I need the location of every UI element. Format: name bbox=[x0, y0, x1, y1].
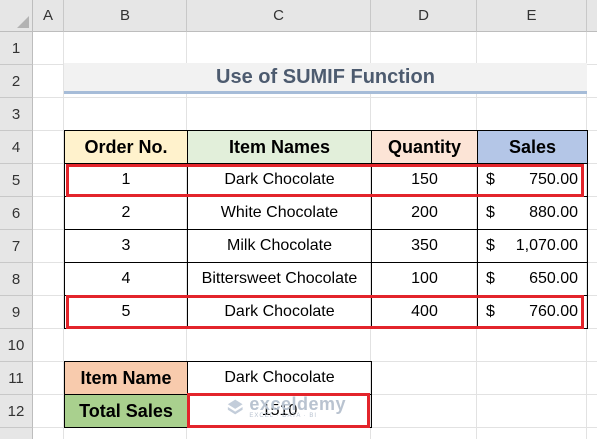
column-header-a[interactable]: A bbox=[33, 0, 64, 32]
header-order-no[interactable]: Order No. bbox=[64, 130, 188, 164]
cell-sales[interactable]: $650.00 bbox=[477, 262, 588, 296]
row-header-13[interactable] bbox=[0, 428, 33, 439]
column-header-d[interactable]: D bbox=[371, 0, 477, 32]
row-header-4[interactable]: 4 bbox=[0, 131, 33, 164]
column-header-b[interactable]: B bbox=[64, 0, 187, 32]
currency-symbol: $ bbox=[486, 204, 495, 221]
select-all-corner[interactable] bbox=[0, 0, 33, 32]
select-all-triangle bbox=[17, 16, 29, 28]
cell-order-no[interactable]: 2 bbox=[64, 196, 188, 230]
row-header-12[interactable]: 12 bbox=[0, 395, 33, 428]
cell-quantity[interactable]: 100 bbox=[371, 262, 478, 296]
row-header-2[interactable]: 2 bbox=[0, 65, 33, 98]
header-item-names[interactable]: Item Names bbox=[187, 130, 372, 164]
cell-order-no[interactable]: 4 bbox=[64, 262, 188, 296]
row-header-9[interactable]: 9 bbox=[0, 296, 33, 329]
row-header-1[interactable]: 1 bbox=[0, 32, 33, 65]
row-header-10[interactable]: 10 bbox=[0, 329, 33, 362]
header-sales[interactable]: Sales bbox=[477, 130, 588, 164]
column-header-f[interactable] bbox=[587, 0, 597, 32]
row-header-8[interactable]: 8 bbox=[0, 263, 33, 296]
row-header-6[interactable]: 6 bbox=[0, 197, 33, 230]
cell-item-name[interactable]: Milk Chocolate bbox=[187, 229, 372, 263]
cell-sales[interactable]: $880.00 bbox=[477, 196, 588, 230]
highlight-row-5 bbox=[66, 164, 584, 197]
row-header-7[interactable]: 7 bbox=[0, 230, 33, 263]
label-total-sales[interactable]: Total Sales bbox=[64, 394, 188, 428]
highlight-row-9 bbox=[66, 295, 584, 329]
row-header-3[interactable]: 3 bbox=[0, 98, 33, 131]
highlight-total-sales bbox=[187, 393, 370, 428]
criteria-item-name[interactable]: Dark Chocolate bbox=[187, 361, 372, 395]
cell-sales[interactable]: $1,070.00 bbox=[477, 229, 588, 263]
header-quantity[interactable]: Quantity bbox=[371, 130, 478, 164]
cell-item-name[interactable]: White Chocolate bbox=[187, 196, 372, 230]
label-item-name[interactable]: Item Name bbox=[64, 361, 188, 395]
gridline bbox=[33, 97, 597, 98]
sheet-title[interactable]: Use of SUMIF Function bbox=[64, 63, 587, 94]
column-header-e[interactable]: E bbox=[477, 0, 587, 32]
currency-symbol: $ bbox=[486, 270, 495, 287]
row-header-11[interactable]: 11 bbox=[0, 362, 33, 395]
cell-order-no[interactable]: 3 bbox=[64, 229, 188, 263]
currency-symbol: $ bbox=[486, 237, 495, 254]
column-header-c[interactable]: C bbox=[187, 0, 371, 32]
sales-amount: 1,070.00 bbox=[515, 237, 578, 254]
cell-quantity[interactable]: 350 bbox=[371, 229, 478, 263]
cell-quantity[interactable]: 200 bbox=[371, 196, 478, 230]
sales-amount: 880.00 bbox=[529, 204, 578, 221]
row-header-5[interactable]: 5 bbox=[0, 164, 33, 197]
sales-amount: 650.00 bbox=[529, 270, 578, 287]
cell-item-name[interactable]: Bittersweet Chocolate bbox=[187, 262, 372, 296]
